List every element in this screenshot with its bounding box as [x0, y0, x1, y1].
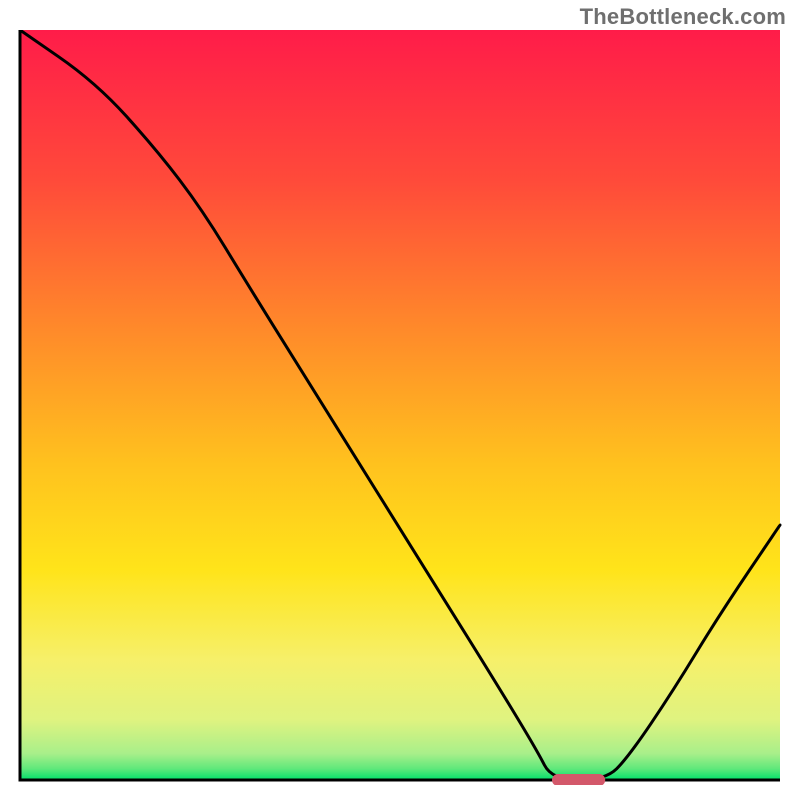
chart-svg — [15, 30, 785, 785]
optimum-marker — [552, 774, 605, 785]
watermark-text: TheBottleneck.com — [580, 4, 786, 30]
chart-frame: TheBottleneck.com — [0, 0, 800, 800]
plot-area — [15, 30, 785, 785]
gradient-background — [20, 30, 780, 780]
